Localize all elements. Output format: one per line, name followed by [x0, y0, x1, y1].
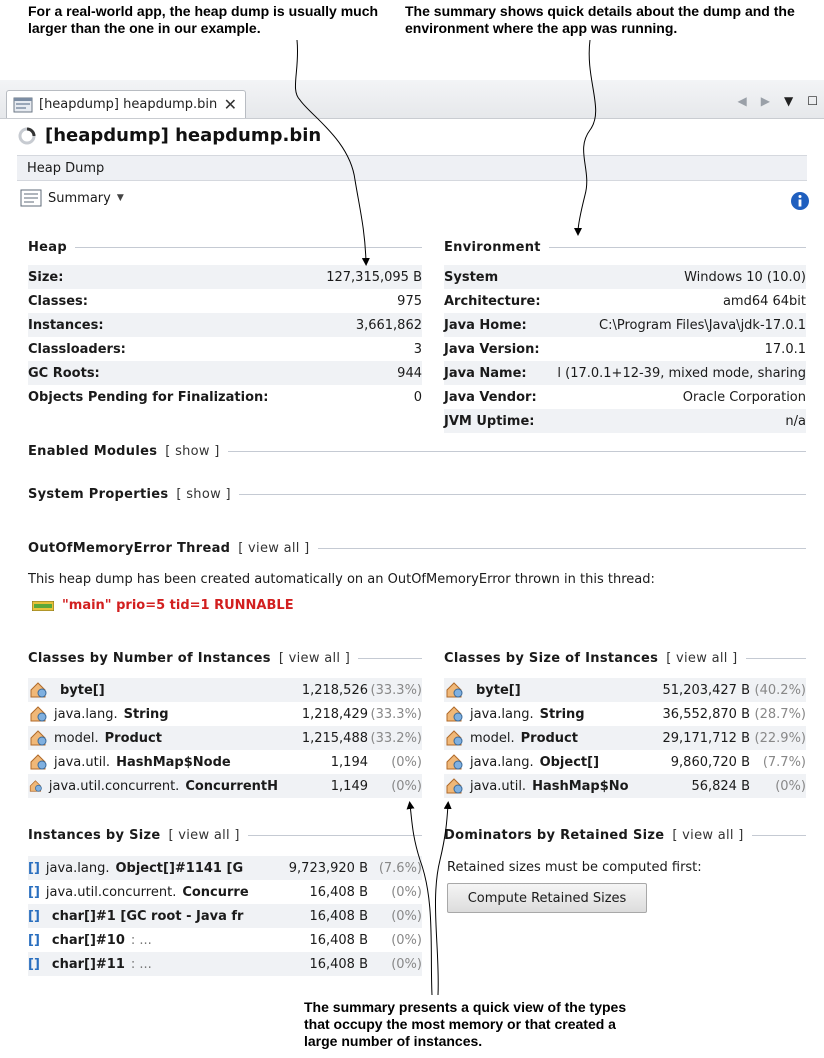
chevron-down-icon: ▼: [116, 193, 124, 203]
heapdump-file-icon: [13, 97, 33, 112]
summary-icon: [20, 189, 42, 207]
class-icon: [446, 706, 463, 722]
table-row[interactable]: java.util.concurrent. ConcurrentH 1,149 (0…: [28, 774, 422, 798]
class-icon: [446, 682, 463, 698]
classes-by-count-table: byte[] 1,218,526 (33.3%) java.lang. String…: [28, 678, 422, 798]
class-icon: [30, 754, 47, 770]
table-row[interactable]: byte[] 51,203,427 B (40.2%): [444, 678, 806, 702]
table-row[interactable]: [] char[]#11 : ... 16,408 B (0%): [28, 952, 422, 976]
env-row: Java Name: l (17.0.1+12-39, mixed mode, s…: [444, 361, 806, 385]
main-thread-link[interactable]: "main" prio=5 tid=1 RUNNABLE: [32, 598, 294, 613]
env-row: System Windows 10 (10.0): [444, 265, 806, 289]
compute-retained-sizes-button[interactable]: Compute Retained Sizes: [447, 883, 647, 913]
thread-icon: [32, 600, 54, 611]
instances-by-size-table: [] java.lang. Object[]#1141 [G 9,723,920 B…: [28, 856, 422, 976]
table-row[interactable]: java.util. HashMap$No 56,824 B (0%): [444, 774, 806, 798]
environment-heading: Environment: [444, 240, 806, 255]
instance-icon: []: [28, 908, 40, 924]
tab-label: [heapdump] heapdump.bin: [39, 97, 218, 112]
heap-row: Objects Pending for Finalization: 0: [28, 389, 422, 405]
by-size-view-all-link[interactable]: [ view all ]: [666, 651, 737, 666]
view-selector[interactable]: Summary ▼: [20, 189, 124, 207]
heap-row: Classes: 975: [28, 293, 422, 309]
window-controls: ◀ ▶ ▼ ☐: [738, 94, 818, 108]
dropdown-icon[interactable]: ▼: [784, 94, 793, 108]
system-properties-heading: System Properties [ show ]: [28, 487, 806, 502]
class-icon: [30, 682, 47, 698]
thread-label: "main" prio=5 tid=1 RUNNABLE: [62, 598, 294, 613]
inst-size-view-all-link[interactable]: [ view all ]: [168, 828, 239, 843]
maximize-icon[interactable]: ☐: [807, 94, 818, 108]
class-icon: [446, 778, 463, 794]
by-count-view-all-link[interactable]: [ view all ]: [279, 651, 350, 666]
env-row: Java Home: C:\Program Files\Java\jdk-17.0…: [444, 313, 806, 337]
heap-row: Classloaders: 3: [28, 341, 422, 357]
oom-thread-heading: OutOfMemoryError Thread [ view all ]: [28, 541, 806, 556]
oom-view-all-link[interactable]: [ view all ]: [238, 541, 309, 556]
tab-heap-dump[interactable]: Heap Dump: [17, 155, 807, 181]
oom-message: This heap dump has been created automati…: [28, 572, 655, 587]
heap-heading: Heap: [28, 240, 422, 255]
table-row[interactable]: java.lang. String 36,552,870 B (28.7%): [444, 702, 806, 726]
class-icon: [446, 730, 463, 746]
table-row[interactable]: byte[] 1,218,526 (33.3%): [28, 678, 422, 702]
title-text: [heapdump] heapdump.bin: [45, 125, 322, 146]
heap-row: Instances: 3,661,862: [28, 313, 422, 337]
table-row[interactable]: [] char[]#10 : ... 16,408 B (0%): [28, 928, 422, 952]
subtab-label: Heap Dump: [27, 160, 105, 176]
tab-heapdump[interactable]: [heapdump] heapdump.bin ✕: [6, 90, 246, 118]
heap-row: Size: 127,315,095 B: [28, 265, 422, 289]
table-row[interactable]: [] java.util.concurrent. Concurre 16,408 B…: [28, 880, 422, 904]
classes-by-count-heading: Classes by Number of Instances [ view al…: [28, 651, 422, 666]
instance-icon: []: [28, 884, 40, 900]
class-icon: [446, 754, 463, 770]
page-title: [heapdump] heapdump.bin: [17, 125, 321, 146]
close-icon[interactable]: ✕: [224, 95, 237, 114]
table-row[interactable]: model. Product 1,215,488 (33.2%): [28, 726, 422, 750]
sysprops-show-link[interactable]: [ show ]: [176, 487, 230, 502]
arrow-left-icon[interactable]: ◀: [738, 94, 747, 108]
classes-by-size-heading: Classes by Size of Instances [ view all …: [444, 651, 806, 666]
class-icon: [30, 730, 47, 746]
table-row[interactable]: java.util. HashMap$Node 1,194 (0%): [28, 750, 422, 774]
env-row: Architecture: amd64 64bit: [444, 293, 806, 309]
editor-frame: [0, 80, 824, 991]
dominators-heading: Dominators by Retained Size [ view all ]: [444, 828, 806, 843]
class-icon: [30, 706, 47, 722]
view-select-label: Summary: [48, 190, 111, 206]
table-row[interactable]: model. Product 29,171,712 B (22.9%): [444, 726, 806, 750]
callout-heap-size: For a real-world app, the heap dump is u…: [28, 3, 379, 36]
environment-table: System Windows 10 (10.0) Architecture: amd…: [444, 265, 806, 433]
retained-message: Retained sizes must be computed first:: [447, 860, 702, 875]
dominators-view-all-link[interactable]: [ view all ]: [672, 828, 743, 843]
info-icon[interactable]: [790, 191, 810, 211]
loading-icon: [18, 127, 36, 144]
table-row[interactable]: java.lang. Object[] 9,860,720 B (7.7%): [444, 750, 806, 774]
instance-icon: []: [28, 956, 40, 972]
arrow-right-icon[interactable]: ▶: [761, 94, 770, 108]
classes-by-size-table: byte[] 51,203,427 B (40.2%) java.lang. Str…: [444, 678, 806, 798]
callout-summary: The summary shows quick details about th…: [405, 3, 795, 36]
table-row[interactable]: [] char[]#1 [GC root - Java fr 16,408 B (0…: [28, 904, 422, 928]
modules-show-link[interactable]: [ show ]: [165, 444, 219, 459]
class-icon: [29, 780, 42, 792]
env-row: Java Vendor: Oracle Corporation: [444, 389, 806, 405]
table-row[interactable]: [] java.lang. Object[]#1141 [G 9,723,920 B…: [28, 856, 422, 880]
env-row: JVM Uptime: n/a: [444, 409, 806, 433]
heap-row: GC Roots: 944: [28, 361, 422, 385]
heap-table: Size: 127,315,095 B Classes: 975 Instances…: [28, 265, 422, 409]
env-row: Java Version: 17.0.1: [444, 341, 806, 357]
instance-icon: []: [28, 860, 40, 876]
enabled-modules-heading: Enabled Modules [ show ]: [28, 444, 806, 459]
callout-types: The summary presents a quick view of the…: [304, 999, 627, 1049]
table-row[interactable]: java.lang. String 1,218,429 (33.3%): [28, 702, 422, 726]
instance-icon: []: [28, 932, 40, 948]
instances-by-size-heading: Instances by Size [ view all ]: [28, 828, 422, 843]
